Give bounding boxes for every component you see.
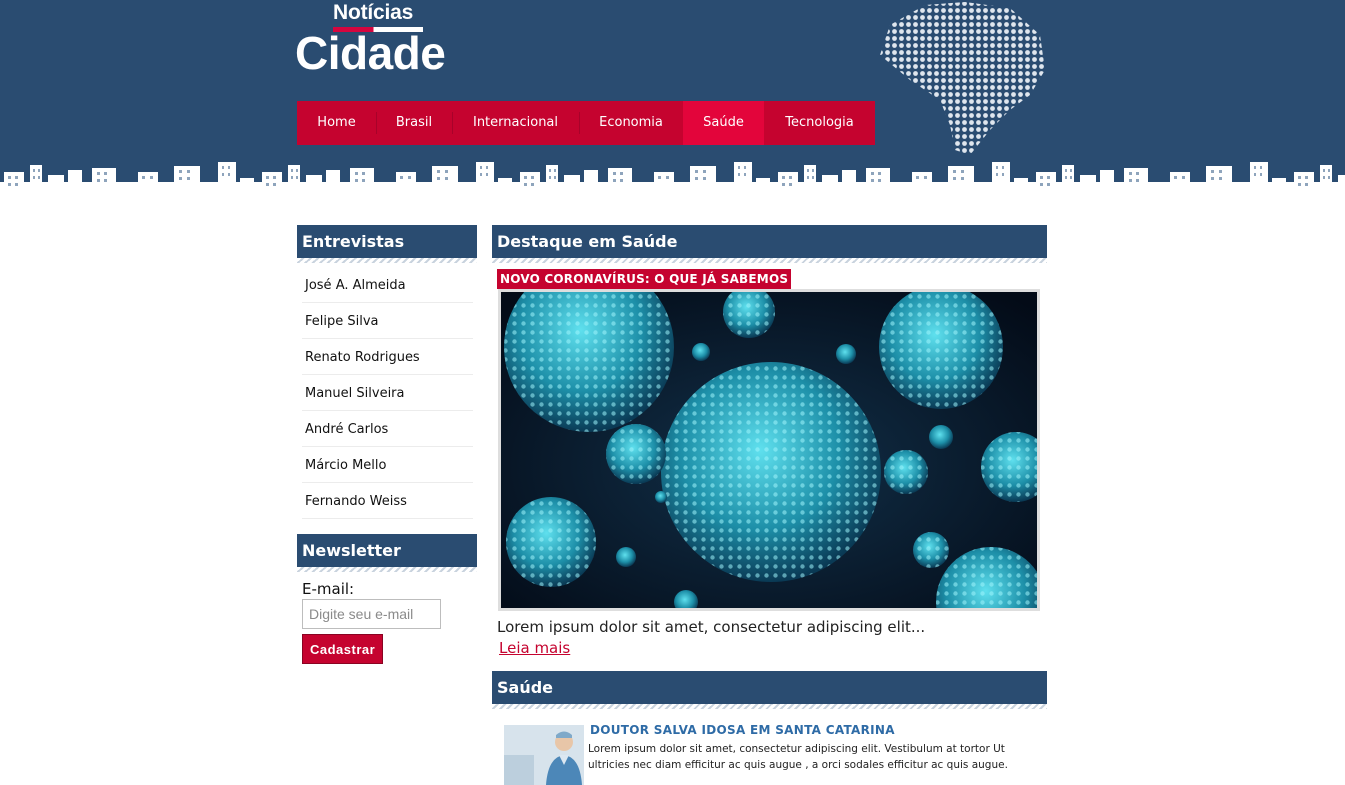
logo-top-text[interactable]: Notícias bbox=[333, 1, 433, 25]
news-thumbnail[interactable] bbox=[504, 725, 584, 785]
news-title[interactable]: DOUTOR SALVA IDOSA EM SANTA CATARINA bbox=[590, 723, 895, 737]
newsletter-box: Newsletter E-mail: Cadastrar bbox=[297, 534, 477, 664]
feature-section-title: Destaque em Saúde bbox=[492, 225, 1047, 263]
feature-image[interactable] bbox=[498, 289, 1040, 611]
brazil-map-icon bbox=[880, 2, 1045, 155]
interview-item[interactable]: Márcio Mello bbox=[302, 447, 473, 483]
interview-item[interactable]: Fernando Weiss bbox=[302, 483, 473, 519]
site-header: Notícias Cidade Home Brasil Internaciona… bbox=[0, 0, 1345, 210]
feature-excerpt: Lorem ipsum dolor sit amet, consectetur … bbox=[497, 618, 926, 636]
city-skyline-illustration bbox=[0, 160, 1345, 210]
email-field[interactable] bbox=[302, 599, 441, 629]
interviews-list: José A. Almeida Felipe Silva Renato Rodr… bbox=[297, 263, 477, 519]
nav-home[interactable]: Home bbox=[297, 101, 376, 145]
nav-economia[interactable]: Economia bbox=[579, 101, 683, 145]
main-navigation: Home Brasil Internacional Economia Saúde… bbox=[297, 101, 875, 145]
interviews-title: Entrevistas bbox=[297, 225, 477, 263]
nav-tecnologia[interactable]: Tecnologia bbox=[764, 101, 875, 145]
interview-item[interactable]: Renato Rodrigues bbox=[302, 339, 473, 375]
health-section-title: Saúde bbox=[492, 671, 1047, 709]
sidebar: Entrevistas José A. Almeida Felipe Silva… bbox=[297, 225, 477, 664]
newsletter-title: Newsletter bbox=[297, 534, 477, 572]
email-label: E-mail: bbox=[302, 580, 355, 598]
health-section: Saúde DOUTOR SALVA IDOSA EM SANTA CATARI… bbox=[492, 671, 1047, 785]
subscribe-button[interactable]: Cadastrar bbox=[302, 634, 384, 664]
news-summary: Lorem ipsum dolor sit amet, consectetur … bbox=[588, 743, 1008, 771]
nav-saude[interactable]: Saúde bbox=[683, 101, 764, 145]
read-more-link[interactable]: Leia mais bbox=[499, 639, 570, 657]
main-content: Destaque em Saúde NOVO CORONAVÍRUS: O QU… bbox=[492, 225, 1047, 785]
virus-image bbox=[501, 292, 1037, 608]
logo-main-text[interactable]: Cidade bbox=[295, 26, 446, 80]
feature-headline-tag[interactable]: NOVO CORONAVÍRUS: O QUE JÁ SABEMOS bbox=[497, 269, 792, 289]
news-item: DOUTOR SALVA IDOSA EM SANTA CATARINA Lor… bbox=[492, 723, 1047, 785]
interviews-box: Entrevistas José A. Almeida Felipe Silva… bbox=[297, 225, 477, 519]
feature-section: Destaque em Saúde NOVO CORONAVÍRUS: O QU… bbox=[492, 225, 1047, 657]
nav-brasil[interactable]: Brasil bbox=[376, 101, 452, 145]
nav-internacional[interactable]: Internacional bbox=[452, 101, 579, 145]
interview-item[interactable]: Felipe Silva bbox=[302, 303, 473, 339]
doctor-image bbox=[504, 725, 584, 785]
interview-item[interactable]: André Carlos bbox=[302, 411, 473, 447]
interview-item[interactable]: José A. Almeida bbox=[302, 267, 473, 303]
interview-item[interactable]: Manuel Silveira bbox=[302, 375, 473, 411]
